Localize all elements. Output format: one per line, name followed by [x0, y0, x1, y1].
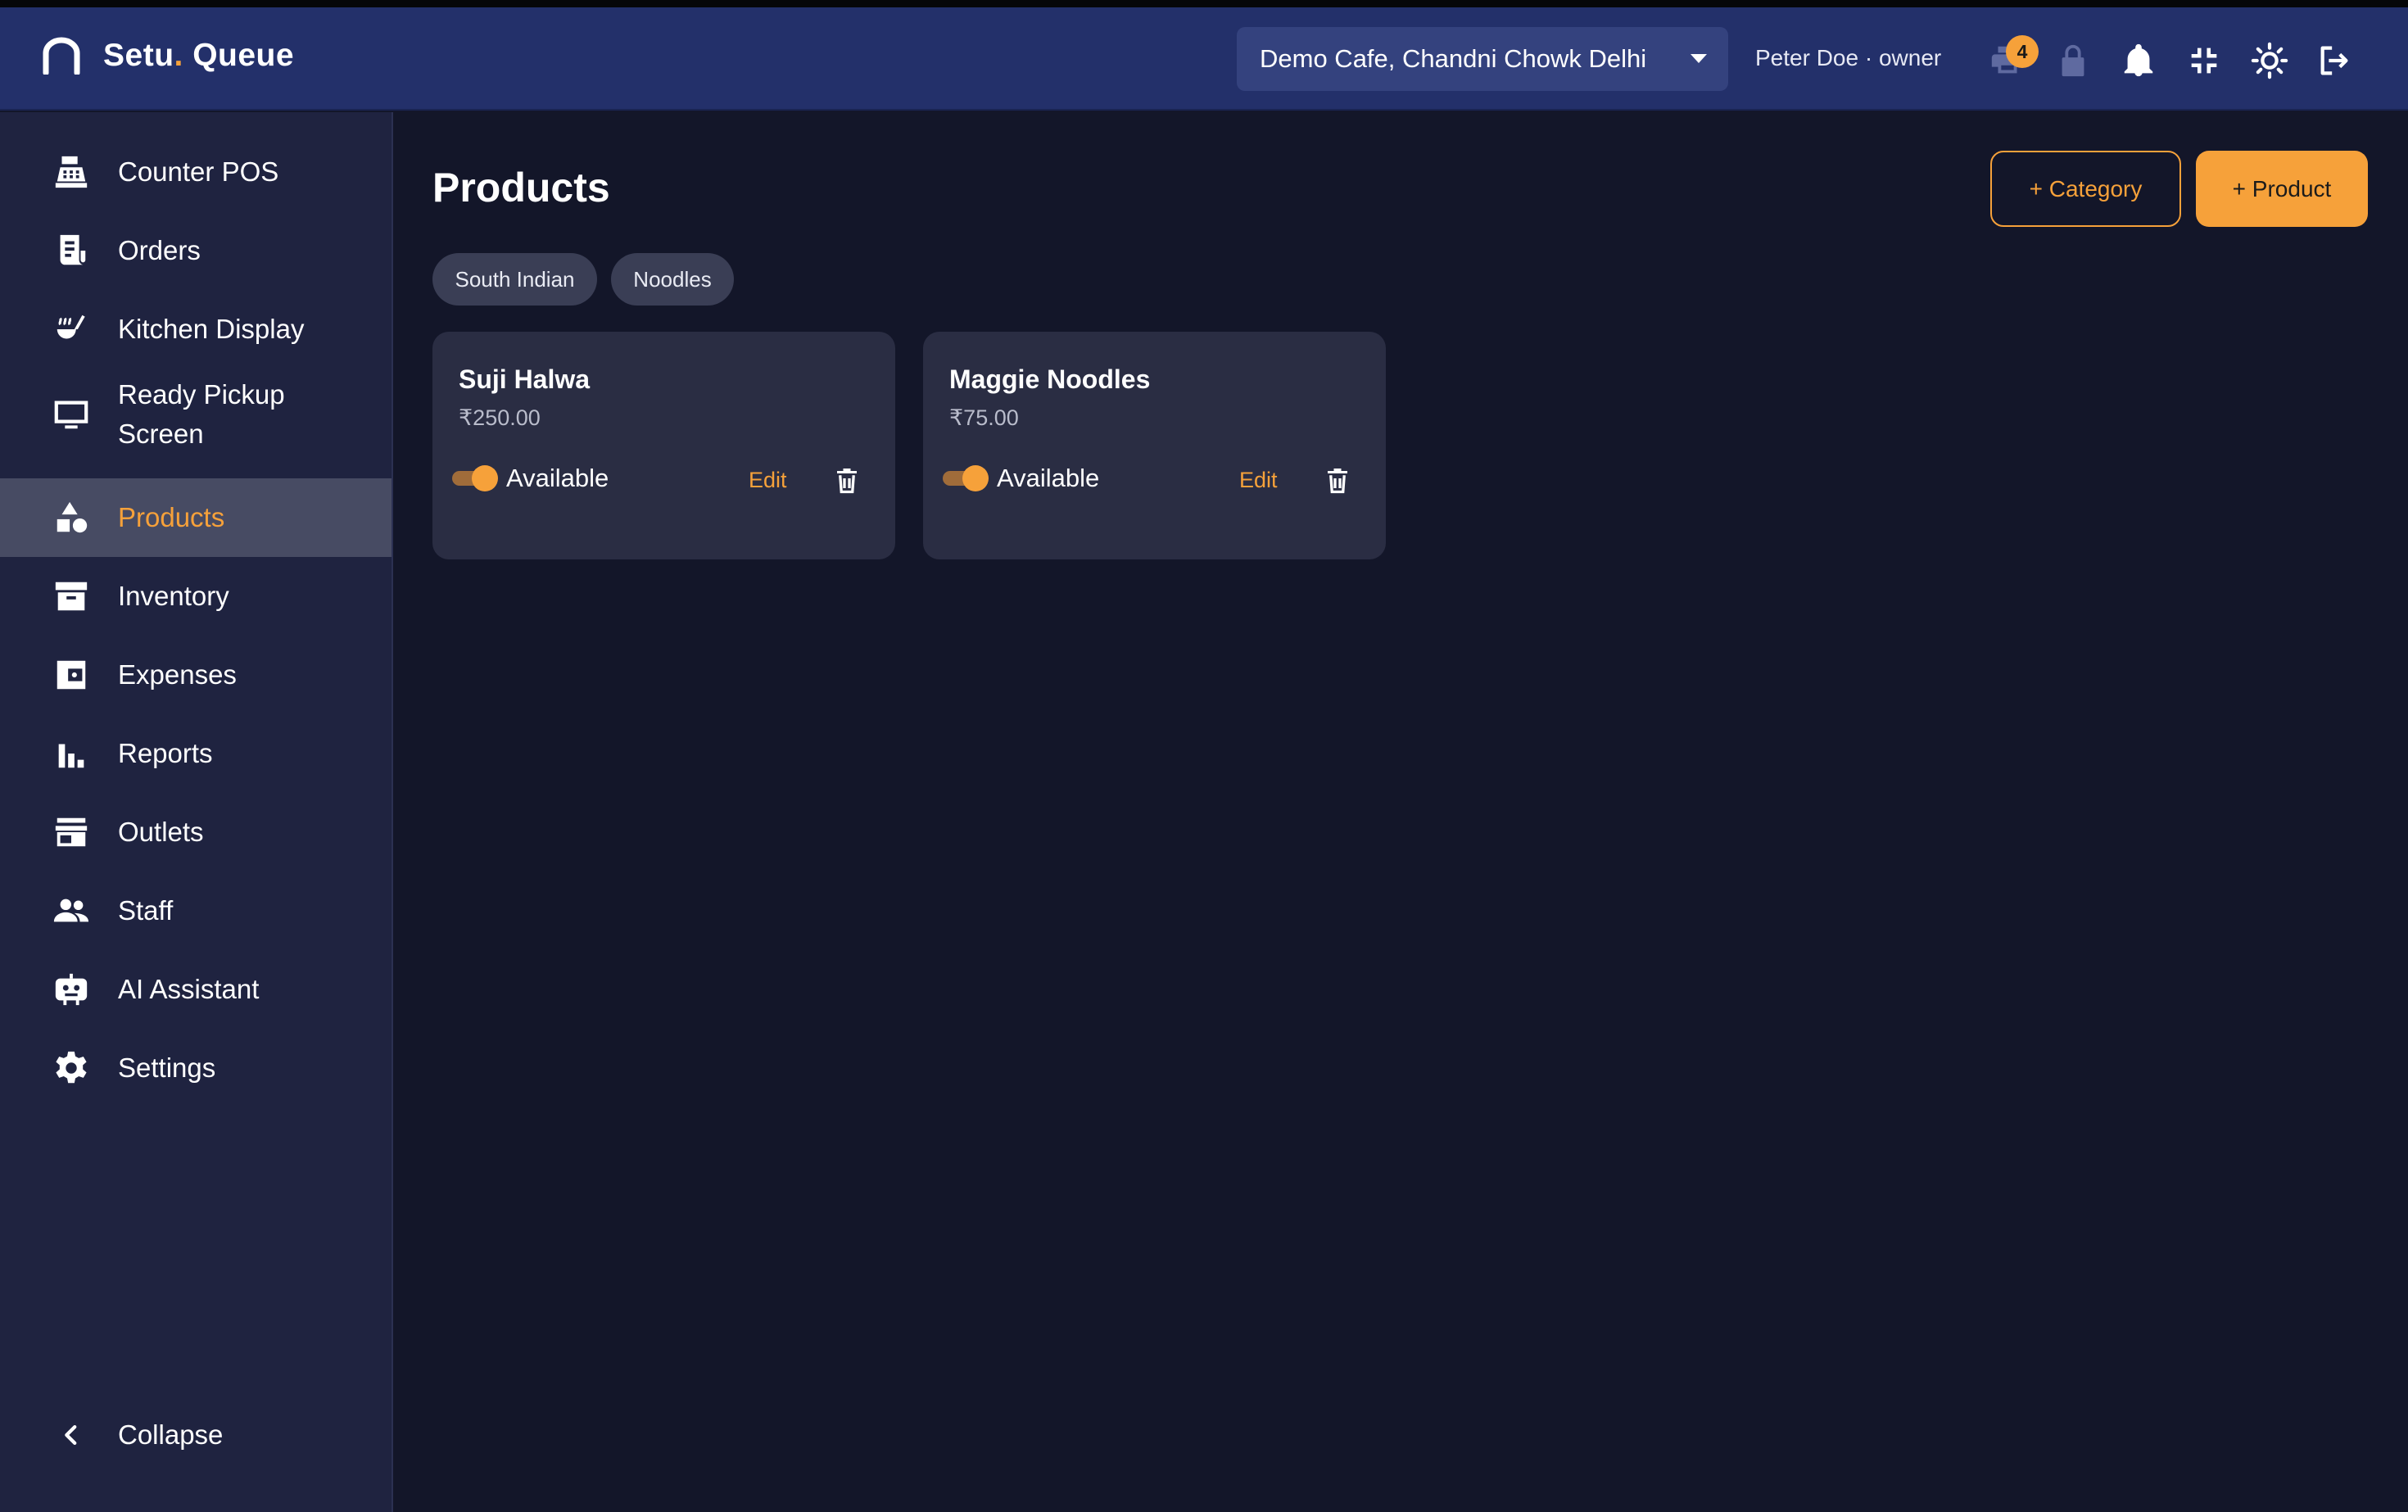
product-card: Maggie Noodles ₹75.00 Available Edit [923, 332, 1386, 559]
sidebar-item-label: Staff [118, 895, 174, 926]
monitor-icon [52, 396, 90, 433]
window-top-strip [0, 0, 2408, 7]
wallet-icon [52, 656, 90, 694]
sidebar-item-label: Orders [118, 235, 201, 265]
people-icon [52, 892, 90, 930]
theme-sun-icon[interactable] [2251, 42, 2288, 79]
sidebar-item-label: Products [118, 502, 225, 532]
availability-label: Available [997, 464, 1100, 492]
sidebar-item-label: Settings [118, 1053, 216, 1083]
chevron-left-icon [57, 1421, 85, 1449]
trash-icon[interactable] [832, 466, 862, 496]
ladle-icon [52, 310, 90, 348]
brand-name: Setu. Queue [103, 38, 295, 73]
lock-icon[interactable] [2054, 42, 2092, 79]
product-name: Maggie Noodles [949, 364, 1151, 394]
brand[interactable]: Setu. Queue [41, 37, 294, 75]
sidebar-item-label: Kitchen Display [118, 314, 305, 344]
robot-icon [52, 971, 90, 1008]
page-title: Products [432, 165, 610, 211]
availability-toggle[interactable] [452, 464, 501, 492]
trash-icon[interactable] [1323, 466, 1352, 496]
toggle-thumb [962, 465, 989, 491]
sidebar-item-kitchen-display[interactable]: Kitchen Display [0, 290, 392, 369]
sidebar-item-reports[interactable]: Reports [0, 714, 392, 793]
printer-badge: 4 [2006, 35, 2039, 68]
product-name: Suji Halwa [459, 364, 591, 394]
availability-toggle[interactable] [943, 464, 992, 492]
category-chip-south-indian[interactable]: South Indian [432, 253, 597, 306]
bar-chart-icon [52, 735, 90, 772]
archive-box-icon [52, 577, 90, 615]
product-price: ₹75.00 [949, 405, 1019, 430]
outlet-select-value: Demo Cafe, Chandni Chowk Delhi [1260, 44, 1647, 73]
sidebar-item-label: AI Assistant [118, 974, 260, 1004]
sidebar-item-counter-pos[interactable]: Counter POS [0, 133, 392, 211]
brand-logo-icon [43, 37, 80, 75]
product-card: Suji Halwa ₹250.00 Available Edit [432, 332, 895, 559]
caret-down-icon [1691, 54, 1707, 63]
sidebar-item-outlets[interactable]: Outlets [0, 793, 392, 871]
sidebar-item-label: Ready Pickup Screen [118, 379, 285, 449]
outlet-select[interactable]: Demo Cafe, Chandni Chowk Delhi [1237, 27, 1728, 91]
sidebar-item-ready-pickup-screen[interactable]: Ready Pickup Screen [0, 369, 392, 460]
sidebar-item-label: Expenses [118, 659, 237, 690]
sidebar-item-label: Reports [118, 738, 213, 768]
edit-product-button[interactable]: Edit [749, 468, 787, 493]
sidebar: Counter POS Orders Kitchen Display Ready… [0, 112, 393, 1512]
sidebar-item-label: Counter POS [118, 156, 279, 187]
collapse-label: Collapse [118, 1419, 224, 1450]
shapes-icon [52, 499, 90, 536]
sidebar-item-expenses[interactable]: Expenses [0, 636, 392, 714]
toggle-thumb [472, 465, 498, 491]
store-icon [52, 813, 90, 851]
category-chip-noodles[interactable]: Noodles [611, 253, 734, 306]
receipt-icon [52, 232, 90, 269]
sidebar-item-label: Outlets [118, 817, 204, 847]
edit-product-button[interactable]: Edit [1239, 468, 1278, 493]
sidebar-item-orders[interactable]: Orders [0, 211, 392, 290]
sidebar-item-settings[interactable]: Settings [0, 1029, 392, 1107]
gear-icon [52, 1049, 90, 1087]
top-bar: Setu. Queue Demo Cafe, Chandni Chowk Del… [0, 7, 2408, 111]
user-label: Peter Doe · owner [1755, 45, 1942, 70]
add-category-button[interactable]: + Category [1990, 151, 2181, 227]
sidebar-item-products[interactable]: Products [0, 478, 392, 557]
fullscreen-exit-icon[interactable] [2185, 42, 2223, 79]
sidebar-item-inventory[interactable]: Inventory [0, 557, 392, 636]
product-price: ₹250.00 [459, 405, 541, 430]
add-product-button[interactable]: + Product [2196, 151, 2368, 227]
sidebar-item-ai-assistant[interactable]: AI Assistant [0, 950, 392, 1029]
cash-register-icon [52, 153, 90, 191]
bell-icon[interactable] [2120, 42, 2157, 79]
sidebar-collapse-button[interactable]: Collapse [0, 1396, 392, 1474]
availability-label: Available [506, 464, 609, 492]
sidebar-item-staff[interactable]: Staff [0, 871, 392, 950]
sidebar-item-label: Inventory [118, 581, 229, 611]
logout-icon[interactable] [2316, 42, 2354, 79]
